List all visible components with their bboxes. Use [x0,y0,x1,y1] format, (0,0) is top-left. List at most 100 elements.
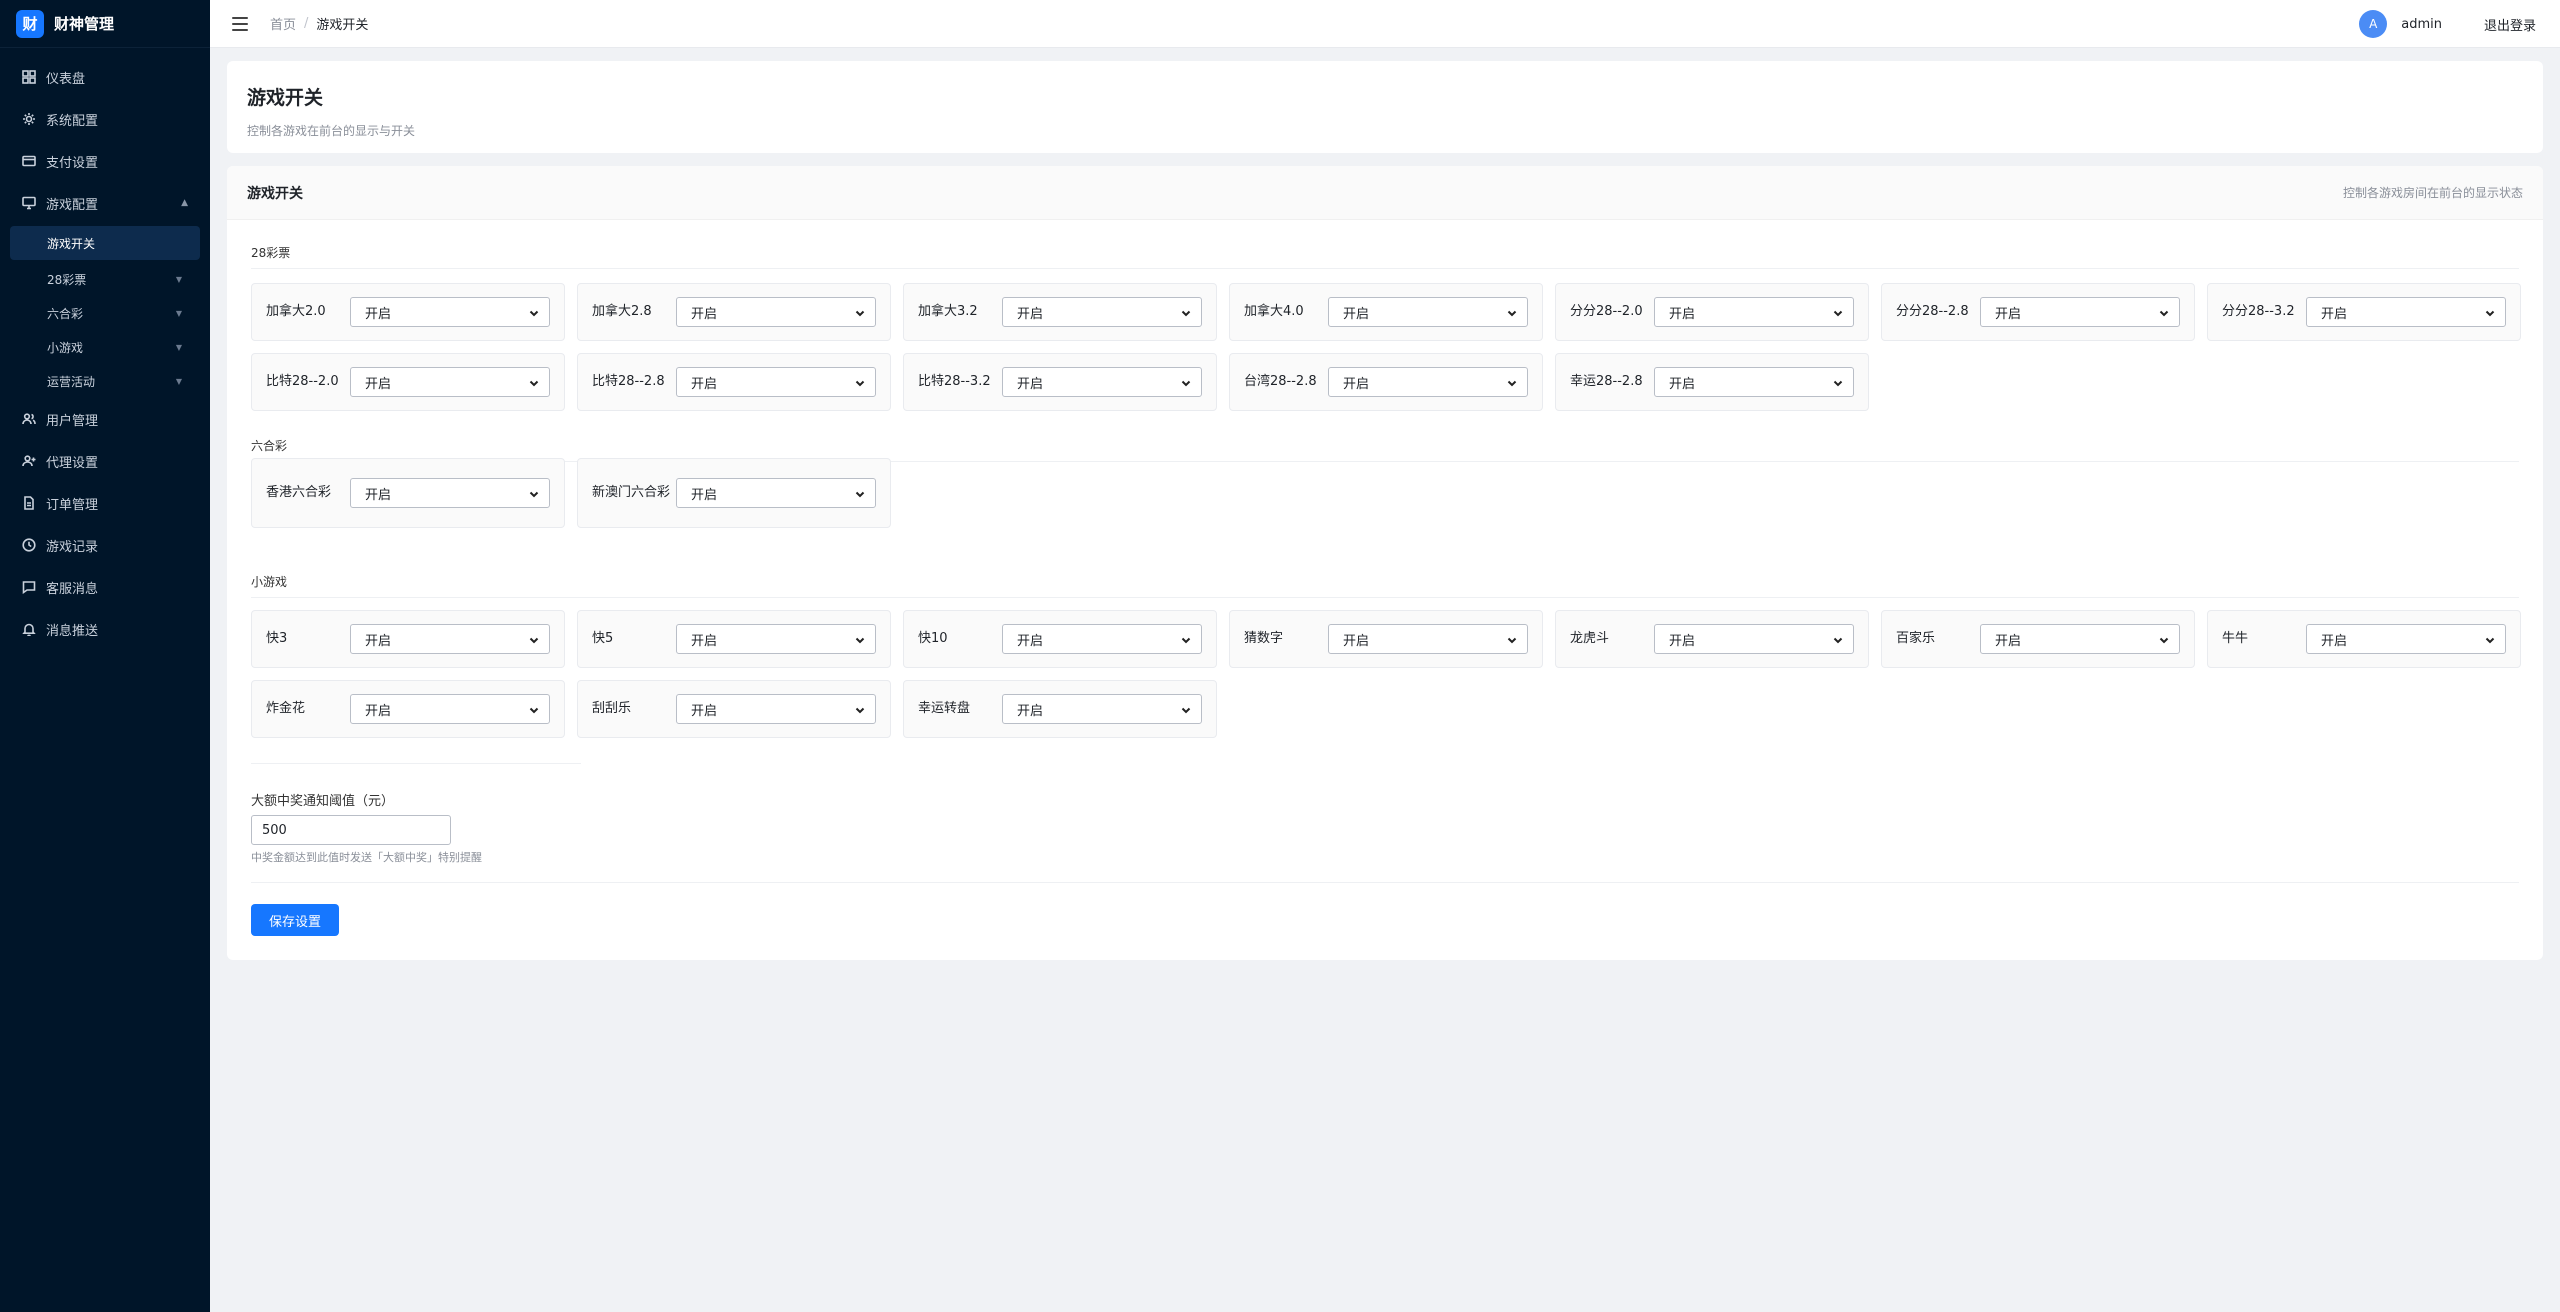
game-status-select[interactable]: 开启 [676,694,876,724]
game-status-select[interactable]: 开启 [676,624,876,654]
game-name: 加拿大3.2 [918,304,978,319]
game-switch-cell: 快3 开启 [251,610,565,668]
threshold-input[interactable]: 500 [251,815,451,845]
sidebar-item-system-config[interactable]: 系统配置 [0,98,210,140]
chevron-down-icon [1833,634,1843,644]
game-name: 分分28--2.0 [1570,304,1643,319]
game-status-select[interactable]: 开启 [1328,367,1528,397]
sidebar-subitem-label: 小游戏 [47,340,84,355]
game-status-select[interactable]: 开启 [1328,624,1528,654]
sidebar-item-label: 游戏记录 [46,539,99,555]
select-value: 开启 [691,703,718,719]
logout-button[interactable]: 退出登录 [2484,15,2536,34]
avatar[interactable]: A [2359,10,2388,38]
chevron-down-icon [855,377,865,387]
sidebar-subitem-mini-games[interactable]: 小游戏 ▼ [0,330,210,364]
game-name: 分分28--2.8 [1896,304,1969,319]
sidebar-subitem-mark-six[interactable]: 六合彩 ▼ [0,296,210,330]
game-status-select[interactable]: 开启 [1654,367,1854,397]
card-hint: 控制各游戏房间在前台的显示状态 [2342,186,2523,200]
select-value: 开启 [1669,306,1696,322]
game-status-select[interactable]: 开启 [676,478,876,508]
sidebar-item-orders[interactable]: 订单管理 [0,482,210,524]
sidebar-item-label: 消息推送 [46,623,99,639]
game-name: 分分28--3.2 [2222,304,2295,319]
document-icon [22,496,36,510]
user-name[interactable]: admin [2401,17,2442,32]
select-value: 开启 [1343,633,1370,649]
game-name: 比特28--2.0 [266,374,339,389]
game-status-select[interactable]: 开启 [1654,297,1854,327]
game-name: 台湾28--2.8 [1244,374,1317,389]
chevron-down-icon [1507,377,1517,387]
sidebar-subitem-28-lottery[interactable]: 28彩票 ▼ [0,262,210,296]
game-switch-cell: 幸运转盘 开启 [903,680,1217,738]
chevron-down-icon: ▼ [175,308,182,318]
sidebar-item-dashboard[interactable]: 仪表盘 [0,56,210,98]
chevron-down-icon [2485,307,2495,317]
user-area: A admin 退出登录 [2359,0,2536,48]
breadcrumb-home[interactable]: 首页 [270,14,296,33]
chevron-down-icon [529,634,539,644]
game-switch-cell: 比特28--2.8 开启 [577,353,891,411]
game-status-select[interactable]: 开启 [1002,694,1202,724]
bell-icon [22,622,36,636]
game-status-select[interactable]: 开启 [2306,297,2506,327]
game-status-select[interactable]: 开启 [2306,624,2506,654]
users-icon [22,412,36,426]
game-switch-card: 游戏开关 控制各游戏房间在前台的显示状态 大额中奖通知阈值（元） 500 中奖金… [227,166,2543,960]
sidebar-subitem-operations[interactable]: 运营活动 ▼ [0,364,210,398]
game-status-select[interactable]: 开启 [350,367,550,397]
select-value: 开启 [1017,633,1044,649]
game-status-select[interactable]: 开启 [1002,367,1202,397]
select-value: 开启 [365,633,392,649]
select-value: 开启 [365,487,392,503]
chevron-down-icon [855,488,865,498]
game-status-select[interactable]: 开启 [676,297,876,327]
sidebar-item-users[interactable]: 用户管理 [0,398,210,440]
game-status-select[interactable]: 开启 [676,367,876,397]
game-name: 龙虎斗 [1570,631,1610,646]
select-value: 开启 [365,306,392,322]
game-status-select[interactable]: 开启 [1328,297,1528,327]
game-status-select[interactable]: 开启 [1980,297,2180,327]
game-switch-cell: 比特28--3.2 开启 [903,353,1217,411]
game-status-select[interactable]: 开启 [1654,624,1854,654]
game-status-select[interactable]: 开启 [350,297,550,327]
game-status-select[interactable]: 开启 [1002,297,1202,327]
threshold-label: 大额中奖通知阈值（元） [251,794,395,809]
game-status-select[interactable]: 开启 [350,694,550,724]
sidebar-item-support[interactable]: 客服消息 [0,566,210,608]
chevron-down-icon [529,488,539,498]
game-name: 加拿大2.0 [266,304,326,319]
section-label: 28彩票 [251,246,291,260]
top-header: 首页 / 游戏开关 A admin 退出登录 [210,0,2560,48]
game-name: 猜数字 [1244,631,1284,646]
menu-toggle-icon[interactable] [232,16,248,31]
sidebar-item-push[interactable]: 消息推送 [0,608,210,650]
select-value: 开启 [365,703,392,719]
chevron-down-icon: ▼ [175,342,182,352]
sidebar-subitem-game-switch[interactable]: 游戏开关 [10,226,200,260]
select-value: 开启 [365,376,392,392]
sidebar-item-agent[interactable]: 代理设置 [0,440,210,482]
game-name: 牛牛 [2222,631,2249,646]
game-status-select[interactable]: 开启 [1002,624,1202,654]
page-subtitle: 控制各游戏在前台的显示与开关 [247,124,416,138]
game-switch-cell: 炸金花 开启 [251,680,565,738]
select-value: 开启 [1017,376,1044,392]
select-value: 开启 [1995,306,2022,322]
game-switch-cell: 分分28--2.8 开启 [1881,283,2195,341]
gear-icon [22,112,36,126]
chat-icon [22,580,36,594]
sidebar-item-game-config[interactable]: 游戏配置 ▲ [0,182,210,224]
select-value: 开启 [2321,633,2348,649]
game-status-select[interactable]: 开启 [350,624,550,654]
sidebar-item-payment[interactable]: 支付设置 [0,140,210,182]
game-status-select[interactable]: 开启 [1980,624,2180,654]
sidebar-item-game-records[interactable]: 游戏记录 [0,524,210,566]
game-status-select[interactable]: 开启 [350,478,550,508]
select-value: 开启 [1995,633,2022,649]
save-button[interactable]: 保存设置 [251,904,339,936]
game-name: 香港六合彩 [266,485,332,500]
